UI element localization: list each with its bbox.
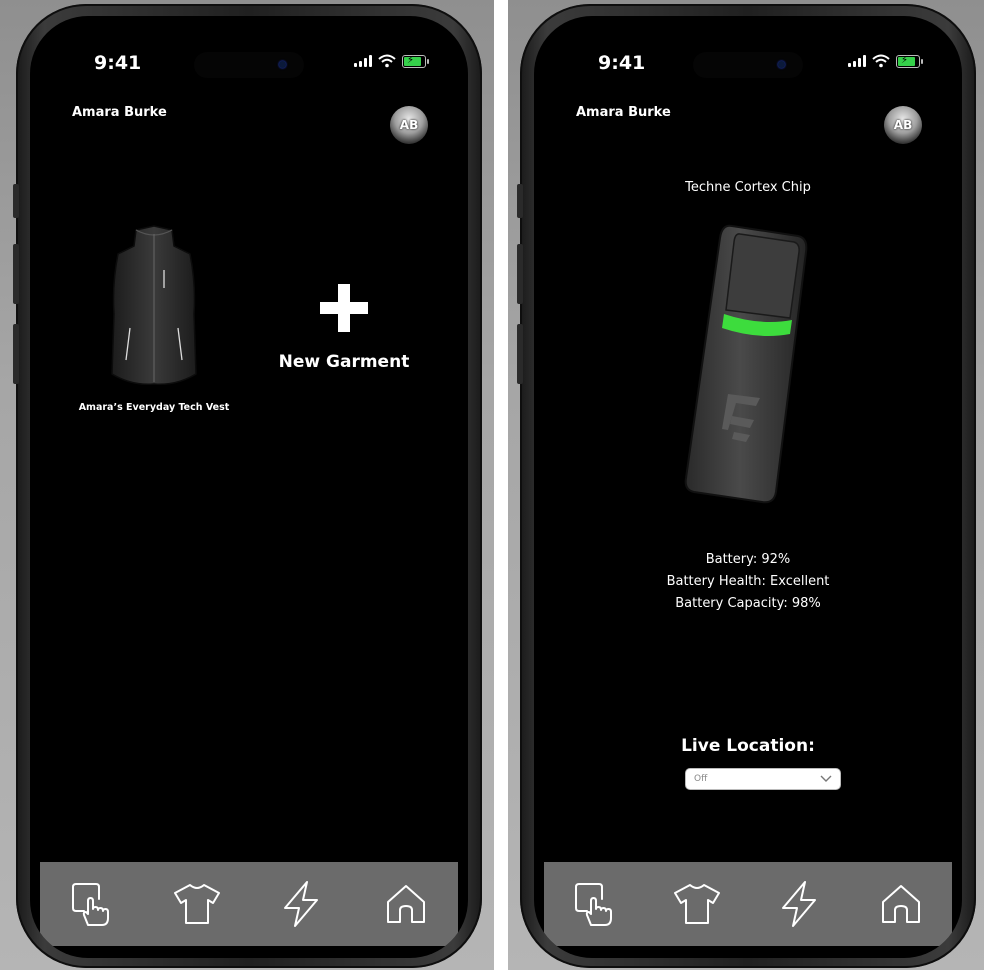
chip-details-screenshot: 9:41 ⚡ Amara Burke AB Techne Cortex Chip <box>508 0 984 970</box>
new-garment-button[interactable]: New Garment <box>274 284 414 372</box>
wifi-icon <box>378 54 396 68</box>
status-time: 9:41 <box>598 52 646 74</box>
lightning-icon <box>284 881 319 927</box>
nav-power-button[interactable] <box>771 876 827 932</box>
battery-level: Battery: 92% <box>705 552 791 567</box>
bottom-nav <box>40 862 458 946</box>
volume-up-button <box>13 244 19 304</box>
garments-screenshot: 9:41 ⚡ Amara Burke AB Amara’s Everyday T… <box>0 0 494 970</box>
status-icons: ⚡ <box>354 54 429 68</box>
signal-icon <box>848 55 866 67</box>
mute-switch <box>13 184 19 218</box>
user-name: Amara Burke <box>576 105 671 120</box>
chip-image <box>680 222 820 512</box>
battery-icon: ⚡ <box>896 54 923 68</box>
nav-power-button[interactable] <box>273 876 329 932</box>
nav-garments-button[interactable] <box>169 876 225 932</box>
status-time: 9:41 <box>94 52 142 74</box>
plus-icon <box>320 284 368 332</box>
phone-screen: 9:41 ⚡ Amara Burke AB Techne Cortex Chip <box>534 16 962 958</box>
wifi-icon <box>872 54 890 68</box>
phone-frame: 9:41 ⚡ Amara Burke AB Techne Cortex Chip <box>517 4 976 968</box>
live-location-select[interactable]: Off <box>685 768 841 790</box>
home-icon <box>386 885 425 923</box>
volume-down-button <box>13 324 19 384</box>
nav-garments-button[interactable] <box>669 876 725 932</box>
avatar[interactable]: AB <box>884 106 922 144</box>
chevron-down-icon <box>820 775 832 782</box>
bottom-nav <box>544 862 952 946</box>
tshirt-icon <box>173 884 220 924</box>
camera-dot <box>279 61 286 68</box>
garment-label: Amara’s Everyday Tech Vest <box>78 402 230 413</box>
battery-capacity: Battery Capacity: 98% <box>675 596 821 611</box>
chip-title: Techne Cortex Chip <box>685 180 811 195</box>
new-garment-label: New Garment <box>278 352 410 372</box>
nav-tap-button[interactable] <box>567 876 623 932</box>
nav-home-button[interactable] <box>378 876 434 932</box>
battery-icon: ⚡ <box>402 54 429 68</box>
live-location-label: Live Location: <box>681 736 815 756</box>
volume-down-button <box>517 324 523 384</box>
lightning-icon <box>782 881 816 927</box>
garment-card[interactable]: Amara’s Everyday Tech Vest <box>74 224 234 413</box>
signal-icon <box>354 55 372 67</box>
battery-health: Battery Health: Excellent <box>666 574 830 589</box>
user-name: Amara Burke <box>72 105 167 120</box>
phone-screen: 9:41 ⚡ Amara Burke AB Amara’s Everyday T… <box>30 16 468 958</box>
camera-dot <box>778 61 785 68</box>
dynamic-island <box>693 52 803 78</box>
phone-frame: 9:41 ⚡ Amara Burke AB Amara’s Everyday T… <box>13 4 482 968</box>
tap-hand-icon <box>72 883 110 926</box>
vest-image <box>111 225 197 386</box>
home-icon <box>882 885 920 923</box>
tap-hand-icon <box>575 883 612 926</box>
dynamic-island <box>194 52 304 78</box>
battery-info: Battery: 92% Battery Health: Excellent B… <box>534 549 962 615</box>
mute-switch <box>517 184 523 218</box>
volume-up-button <box>517 244 523 304</box>
nav-tap-button[interactable] <box>64 876 120 932</box>
avatar[interactable]: AB <box>390 106 428 144</box>
nav-home-button[interactable] <box>873 876 929 932</box>
tshirt-icon <box>674 884 720 924</box>
live-location-value: Off <box>694 774 708 784</box>
status-icons: ⚡ <box>848 54 923 68</box>
